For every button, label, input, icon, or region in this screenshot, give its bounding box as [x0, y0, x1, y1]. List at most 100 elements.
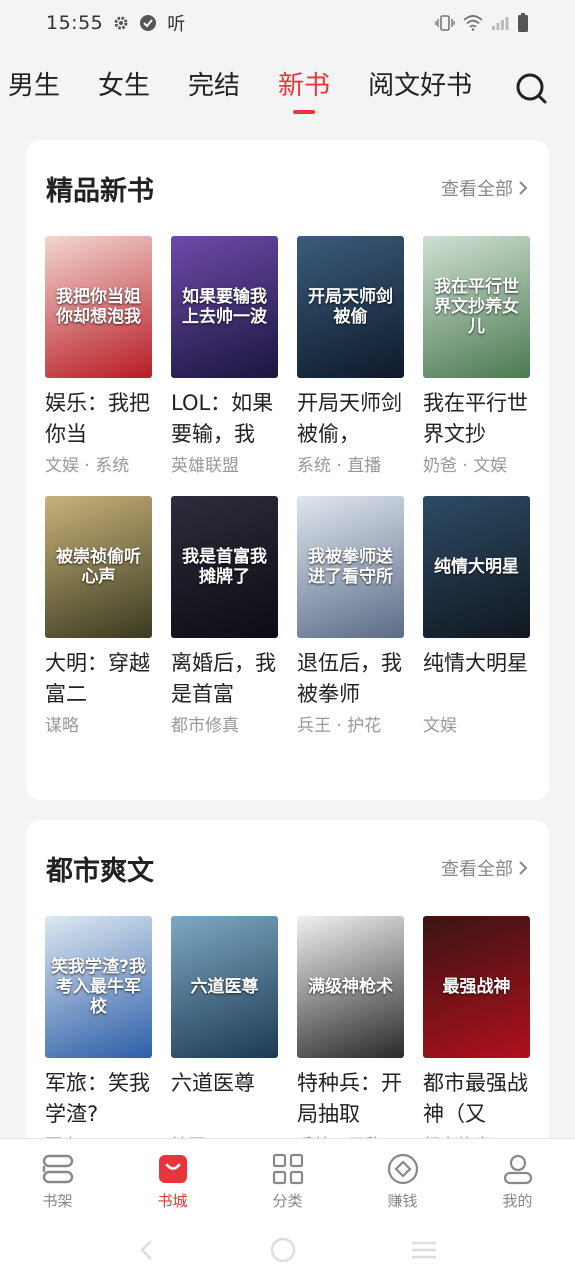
- book-item[interactable]: 如果要输我上去帅一波 LOL：如果要输，我英雄联盟: [171, 236, 278, 478]
- book-cover[interactable]: 最强战神: [423, 916, 530, 1058]
- view-all-label: 查看全部: [441, 859, 513, 880]
- section-title: 精品新书: [46, 175, 154, 207]
- tab-label: 赚钱: [387, 1191, 418, 1210]
- book-cover[interactable]: 我把你当姐你却想泡我: [45, 236, 152, 378]
- book-cover[interactable]: 六道医尊: [171, 916, 278, 1058]
- tab-categories[interactable]: 分类: [230, 1139, 345, 1223]
- book-title[interactable]: 我在平行世界文抄: [423, 388, 530, 450]
- tab-yuewen-good-books[interactable]: 阅文好书: [368, 60, 472, 112]
- view-all-link[interactable]: 查看全部: [441, 855, 529, 881]
- book-cover[interactable]: 我在平行世界文抄养女儿: [423, 236, 530, 378]
- book-title[interactable]: 特种兵：开局抽取: [297, 1068, 404, 1130]
- user-icon: [503, 1154, 532, 1184]
- book-item[interactable]: 被崇祯偷听心声大明：穿越富二谋略: [45, 496, 152, 738]
- book-item[interactable]: 我被拳师送进了看守所退伍后，我被拳师兵王 · 护花: [297, 496, 404, 738]
- back-icon[interactable]: [137, 1238, 157, 1266]
- status-extra-text: 听: [167, 14, 186, 35]
- tab-earn[interactable]: 赚钱: [345, 1139, 460, 1223]
- book-cover[interactable]: 开局天师剑被偷: [297, 236, 404, 378]
- tab-new-books[interactable]: 新书: [278, 60, 330, 112]
- book-item[interactable]: 最强战神都市最强战神（又都市修真: [423, 916, 530, 1158]
- bottom-tab-bar: 书架 书城 分类 赚钱 我的: [0, 1138, 575, 1280]
- book-cover-title: 如果要输我上去帅一波: [182, 287, 267, 327]
- book-cover-title: 被崇祯偷听心声: [56, 547, 141, 587]
- book-cover-title: 我把你当姐你却想泡我: [56, 287, 141, 327]
- book-tags: 都市修真: [171, 716, 239, 736]
- book-title[interactable]: 军旅：笑我学渣?: [45, 1068, 152, 1130]
- book-cover-title: 笑我学渣?我考入最牛军校: [51, 957, 146, 1017]
- tab-girls[interactable]: 女生: [98, 60, 150, 112]
- book-item[interactable]: 满级神枪术特种兵：开局抽取系统 · 无敌: [297, 916, 404, 1158]
- top-nav: 男生 女生 完结 新书 阅文好书: [0, 60, 575, 116]
- status-time: 15:55: [46, 12, 104, 34]
- tab-me[interactable]: 我的: [460, 1139, 575, 1223]
- tab-bookstore[interactable]: 书城: [115, 1139, 230, 1223]
- tab-boys[interactable]: 男生: [8, 60, 60, 112]
- book-cover[interactable]: 满级神枪术: [297, 916, 404, 1058]
- chevron-right-icon: [519, 181, 528, 195]
- book-cover[interactable]: 如果要输我上去帅一波: [171, 236, 278, 378]
- book-cover[interactable]: 被崇祯偷听心声: [45, 496, 152, 638]
- book-item[interactable]: 六道医尊六道医尊神医: [171, 916, 278, 1158]
- book-cover-title: 最强战神: [442, 977, 511, 997]
- book-cover-title: 六道医尊: [190, 977, 259, 997]
- book-item[interactable]: 我是首富我摊牌了离婚后，我是首富都市修真: [171, 496, 278, 738]
- view-all-link[interactable]: 查看全部: [441, 175, 529, 201]
- book-title[interactable]: LOL：如果要输，我: [171, 388, 278, 450]
- search-icon[interactable]: [515, 72, 547, 104]
- book-cover-title: 满级神枪术: [308, 977, 393, 997]
- gear-icon: [113, 15, 129, 31]
- book-tags: 文娱 · 系统: [45, 456, 130, 476]
- book-tags: 英雄联盟: [171, 456, 239, 476]
- book-tags: 兵王 · 护花: [297, 716, 382, 736]
- book-title[interactable]: 离婚后，我是首富: [171, 648, 278, 710]
- book-item[interactable]: 开局天师剑被偷开局天师剑被偷， 系统 · 直播: [297, 236, 404, 478]
- coin-icon: [387, 1153, 418, 1184]
- section-card-featured-new: 精品新书 查看全部 我把你当姐你却想泡我 娱乐：我把你当 文娱 · 系统 如果要输我上…: [26, 140, 549, 800]
- book-tags: 奶爸 · 文娱: [423, 456, 508, 476]
- book-cover-title: 纯情大明星: [434, 557, 519, 577]
- book-cover[interactable]: 我是首富我摊牌了: [171, 496, 278, 638]
- book-cover-title: 我被拳师送进了看守所: [308, 547, 393, 587]
- vibrate-icon: [435, 15, 455, 31]
- book-title[interactable]: 开局天师剑被偷，: [297, 388, 404, 450]
- book-title[interactable]: 退伍后，我被拳师: [297, 648, 404, 710]
- check-circle-icon: [139, 14, 157, 32]
- tab-label: 书城: [157, 1191, 188, 1210]
- book-item[interactable]: 纯情大明星 纯情大明星 文娱: [423, 496, 530, 738]
- tab-bookshelf[interactable]: 书架: [0, 1139, 115, 1223]
- menu-icon[interactable]: [410, 1240, 438, 1264]
- tab-label: 书架: [42, 1191, 73, 1210]
- section-title: 都市爽文: [46, 855, 154, 887]
- book-cover-title: 我在平行世界文抄养女儿: [434, 277, 519, 337]
- wifi-icon: [463, 15, 483, 31]
- tab-finished[interactable]: 完结: [188, 60, 240, 112]
- book-title[interactable]: 都市最强战神（又: [423, 1068, 530, 1130]
- grid-icon: [272, 1153, 303, 1184]
- section-card-urban: 都市爽文 查看全部 笑我学渣?我考入最牛军校军旅：笑我学渣?军事六道医尊六道医尊…: [26, 820, 549, 1160]
- book-cover-title: 开局天师剑被偷: [308, 287, 393, 327]
- book-item[interactable]: 我在平行世界文抄养女儿 我在平行世界文抄奶爸 · 文娱: [423, 236, 530, 478]
- bookstore-bag-icon: [158, 1154, 187, 1183]
- tab-label: 我的: [502, 1191, 533, 1210]
- tab-label: 分类: [272, 1191, 303, 1210]
- book-grid: 我把你当姐你却想泡我 娱乐：我把你当 文娱 · 系统 如果要输我上去帅一波 LOL：如果…: [26, 236, 549, 738]
- book-tags: 谋略: [45, 716, 79, 736]
- book-cover-title: 我是首富我摊牌了: [182, 547, 267, 587]
- book-title[interactable]: 纯情大明星: [423, 648, 530, 710]
- book-item[interactable]: 笑我学渣?我考入最牛军校军旅：笑我学渣?军事: [45, 916, 152, 1158]
- status-bar: 15:55 听: [0, 0, 575, 46]
- book-grid: 笑我学渣?我考入最牛军校军旅：笑我学渣?军事六道医尊六道医尊神医满级神枪术特种兵…: [26, 916, 549, 1158]
- home-icon[interactable]: [270, 1237, 296, 1267]
- book-title[interactable]: 娱乐：我把你当: [45, 388, 152, 450]
- book-tags: 系统 · 直播: [297, 456, 382, 476]
- book-cover[interactable]: 笑我学渣?我考入最牛军校: [45, 916, 152, 1058]
- book-title[interactable]: 六道医尊: [171, 1068, 278, 1130]
- book-title[interactable]: 大明：穿越富二: [45, 648, 152, 710]
- book-item[interactable]: 我把你当姐你却想泡我娱乐：我把你当文娱 · 系统: [45, 236, 152, 478]
- battery-icon: [517, 13, 529, 33]
- signal-icon: [491, 15, 509, 31]
- book-cover[interactable]: 我被拳师送进了看守所: [297, 496, 404, 638]
- chevron-right-icon: [519, 861, 528, 875]
- book-cover[interactable]: 纯情大明星: [423, 496, 530, 638]
